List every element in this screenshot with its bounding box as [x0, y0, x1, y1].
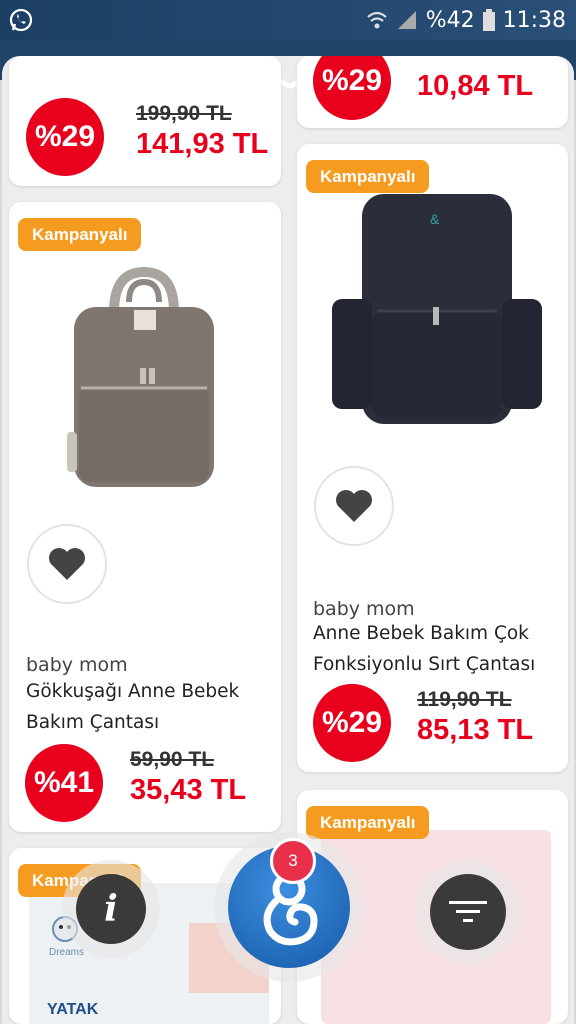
product-title-line1[interactable]: Anne Bebek Bakım Çok — [313, 618, 529, 649]
svg-text:&: & — [430, 211, 440, 227]
heart-icon — [336, 490, 372, 522]
wifi-icon — [366, 11, 387, 29]
product-image[interactable]: & — [327, 189, 547, 429]
new-price: 85,13 TL — [417, 714, 534, 746]
product-sheet[interactable]: %29 199,90 TL 141,93 TL %29 10,84 TL Kam… — [2, 56, 574, 1024]
cart-count-badge: 3 — [270, 838, 316, 884]
new-price: 35,43 TL — [130, 774, 247, 806]
old-price: 199,90 TL — [136, 102, 232, 125]
old-price: 59,90 TL — [130, 748, 215, 771]
product-brand: baby mom — [26, 654, 128, 676]
new-price: 141,93 TL — [136, 128, 269, 160]
image-text: YATAK — [47, 1001, 99, 1018]
whatsapp-icon — [9, 8, 33, 32]
discount-badge: %29 — [313, 684, 391, 762]
discount-badge: %29 — [26, 98, 104, 176]
battery-percent: %42 — [425, 7, 475, 33]
product-brand: baby mom — [313, 598, 415, 620]
discount-badge: %29 — [313, 56, 391, 120]
signal-icon — [397, 11, 416, 29]
product-image[interactable] — [59, 242, 229, 502]
product-card[interactable]: Kampanyalı baby mom Gökkuşağı Anne Bebek… — [9, 202, 281, 832]
status-bar: %42 11:38 — [0, 0, 576, 40]
old-price: 119,90 TL — [417, 688, 512, 711]
product-title-line2[interactable]: Bakım Çantası — [26, 707, 159, 738]
product-title-line1[interactable]: Gökkuşağı Anne Bebek — [26, 676, 239, 707]
heart-icon — [49, 548, 85, 580]
product-card[interactable]: %29 199,90 TL 141,93 TL — [9, 56, 281, 186]
info-button[interactable]: i — [76, 874, 146, 944]
discount-badge: %41 — [25, 744, 103, 822]
favorite-button[interactable] — [314, 466, 394, 546]
clock: 11:38 — [502, 7, 566, 33]
status-right: %42 11:38 — [366, 6, 566, 34]
badge-count: 3 — [288, 851, 298, 870]
filter-button[interactable] — [430, 874, 506, 950]
new-price: 10,84 TL — [417, 70, 534, 102]
product-title-line2[interactable]: Fonksiyonlu Sırt Çantası — [313, 649, 535, 680]
campaign-tag: Kampanyalı — [306, 806, 430, 839]
info-icon: i — [104, 888, 118, 930]
favorite-button[interactable] — [27, 524, 107, 604]
product-card[interactable]: Kampanyalı & baby mom Anne Bebek Bakım Ç… — [297, 144, 568, 772]
product-card[interactable]: %29 10,84 TL — [297, 56, 568, 128]
filter-icon — [449, 901, 487, 922]
image-brand: Dreams — [49, 947, 85, 958]
battery-icon — [482, 9, 495, 31]
